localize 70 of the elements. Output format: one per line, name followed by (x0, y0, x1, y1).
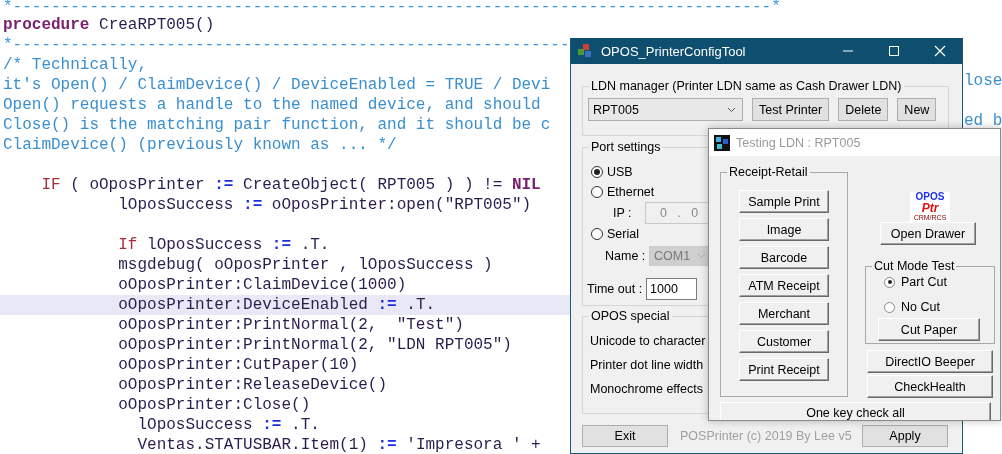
radio-button[interactable] (591, 186, 603, 198)
code-line: oOposPrinter:ReleaseDevice() (117, 375, 388, 395)
exit-button[interactable]: Exit (582, 425, 668, 447)
test-button[interactable]: Sample Print (739, 190, 829, 213)
group-title: Receipt-Retail (727, 164, 810, 180)
code-line: oOposPrinter:PrintNormal(2, "Test") (117, 315, 464, 335)
field-label: IP : (613, 206, 633, 220)
code-line: oOposPrinter:CutPaper(10) (117, 355, 359, 375)
dialog-button[interactable]: Test Printer (752, 98, 830, 121)
code-line: msgdebug( oOposPrinter , lOposSuccess ) (117, 255, 493, 275)
radio-label: Ethernet (607, 185, 655, 199)
window-title: OPOS_PrinterConfigTool (601, 43, 746, 59)
check-all-button[interactable]: One key check all (720, 402, 991, 420)
cut-paper-button[interactable]: Cut Paper (878, 318, 980, 341)
code-line: ClaimDevice() (previously known as ... */ (2, 135, 397, 155)
timeout-field[interactable]: 1000 (646, 278, 698, 300)
test-button[interactable]: Image (739, 218, 829, 241)
radio-button[interactable] (591, 166, 603, 178)
code-line: *---------------------------------------------------------- (2, 35, 570, 55)
dialog-button[interactable]: Delete (838, 98, 889, 121)
chevron-down-icon (727, 106, 736, 113)
code-line: IF ( oOposPrinter := CreateObject( RPT005 ) ) != NIL (40, 175, 541, 195)
maximize-icon[interactable] (888, 45, 900, 57)
setting-label: Monochrome effects (590, 381, 704, 398)
cubes-icon (714, 134, 730, 151)
test-button[interactable]: CheckHealth (867, 375, 993, 398)
code-line: lOposSuccess := .T. (136, 415, 320, 435)
field-label: Name : (605, 249, 647, 263)
code-line: oOposPrinter:ClaimDevice(1000) (117, 275, 407, 295)
radio-label: No Cut (901, 300, 940, 314)
setting-label: Printer dot line width (590, 357, 704, 374)
test-button[interactable]: Customer (739, 330, 829, 353)
test-button[interactable]: DirectIO Beeper (867, 350, 993, 373)
close-icon[interactable] (934, 45, 946, 57)
code-line: lose (964, 73, 1002, 89)
test-button[interactable]: ATM Receipt (739, 274, 829, 297)
code-line: If lOposSuccess := .T. (117, 235, 330, 255)
radio-label: USB (607, 165, 633, 179)
field-label: Time out : (587, 282, 643, 296)
group-title: OPOS special (589, 308, 672, 324)
radio-button[interactable] (884, 276, 895, 288)
code-line: lOposSuccess := oOposPrinter:open("RPT005") (117, 195, 532, 215)
radio-label: Part Cut (901, 275, 947, 289)
group-title: LDN manager (Printer LDN same as Cash Drawer LDN) (589, 78, 904, 94)
code-line: /* Technically, (2, 55, 148, 75)
code-line: oOposPrinter:Close() (117, 395, 311, 415)
test-button[interactable]: Merchant (739, 302, 829, 325)
code-line: Open() requests a handle to the named device, and should (2, 95, 541, 115)
chevron-down-icon (697, 253, 706, 259)
test-button[interactable]: Print Receipt (739, 358, 829, 381)
code-line: oOposPrinter:PrintNormal(2, "LDN RPT005") (117, 335, 512, 355)
code-line: *-------------------------------------------------------------------------------* (2, 0, 781, 15)
dialog-button[interactable]: New (897, 98, 937, 121)
setting-label: Unicode to character (590, 333, 706, 350)
radio-button[interactable] (884, 301, 895, 313)
code-line: Ventas.STATUSBAR.Item(1) := 'Impresora ' + (136, 435, 541, 454)
code-line: procedure CreaRPT005() (2, 15, 215, 35)
code-line: it's Open() / ClaimDevice() / DeviceEnabled = TRUE / Devi (2, 75, 551, 95)
code-line: ed b (964, 113, 1002, 129)
ldn-dropdown[interactable]: RPT005 (588, 98, 743, 121)
cubes-icon (577, 43, 593, 59)
copyright-text: POSPrinter (c) 2019 By Lee v5 (680, 429, 853, 443)
open-drawer-button[interactable]: Open Drawer (880, 222, 976, 245)
code-line: Close() is the matching pair function, and it should be c (2, 115, 551, 135)
radio-label: Serial (607, 227, 639, 241)
test-button[interactable]: Barcode (739, 246, 829, 269)
group-title: Port settings (589, 139, 663, 155)
radio-button[interactable] (591, 228, 603, 240)
window-title: Testing LDN : RPT005 (736, 135, 861, 150)
apply-button[interactable]: Apply (862, 425, 948, 447)
